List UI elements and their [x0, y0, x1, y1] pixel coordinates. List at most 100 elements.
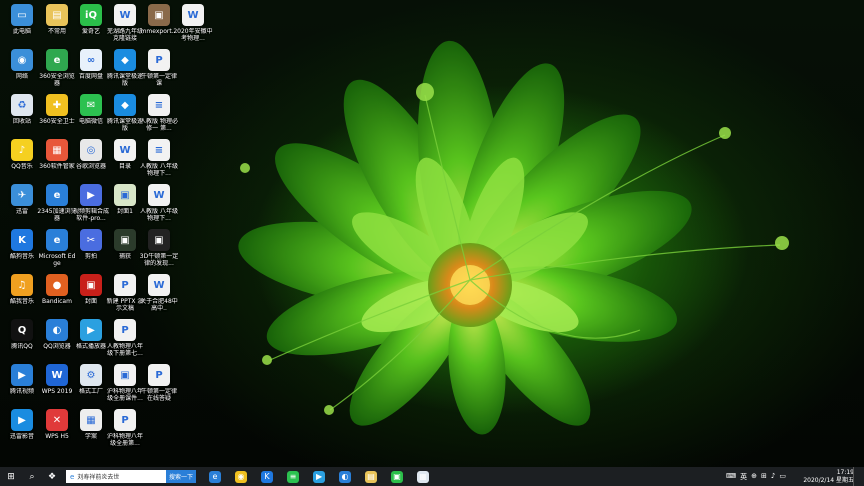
desktop-icon-label: 沪科物理八年级全册第...	[106, 433, 143, 447]
desktop-icon[interactable]: ◉ 网络	[5, 49, 39, 93]
desktop-icon[interactable]: ▣ 封面1	[108, 184, 142, 228]
desktop-icon[interactable]: ▣ 捕获	[108, 229, 142, 273]
desktop-icon[interactable]: W 2020年安徽中考物理...	[173, 4, 213, 48]
taskbar-app-button[interactable]: ▣	[384, 467, 410, 486]
desktop-icon[interactable]: ▭ 此电脑	[5, 4, 39, 48]
desktop-icon[interactable]: W 人教版 八年级物理下...	[140, 184, 178, 228]
desktop-icon-label: 网络	[15, 73, 28, 80]
desktop-icon[interactable]: W 芜湖路九年级 克隆链接	[107, 4, 143, 48]
desktop-icon[interactable]: ▦ 学案	[74, 409, 108, 453]
desktop-icon[interactable]: e 360安全浏览器	[39, 49, 75, 93]
desktop-icon[interactable]: P 人教物理八年级下册第七...	[107, 319, 143, 363]
taskbar-app-button[interactable]: ◉	[228, 467, 254, 486]
taskbar-app-button[interactable]: ▶	[306, 467, 332, 486]
search-submit-button[interactable]: 搜索一下	[166, 470, 197, 483]
desktop-icon[interactable]: W 关于合肥48中高中..	[140, 274, 178, 318]
desktop-icon[interactable]: W 目录	[108, 139, 142, 183]
desktop-icon[interactable]: ≡ 人教版 物理必修一 第...	[140, 94, 178, 138]
desktop-icon[interactable]: ◆ 腾讯课堂极速版	[107, 49, 143, 93]
desktop-icon[interactable]: ✚ 360安全卫士	[39, 94, 75, 138]
word-doc-icon: W	[182, 4, 204, 26]
qq-music-icon: ♪	[11, 139, 33, 161]
format-factory-icon: ⚙	[80, 364, 102, 386]
desktop-icon[interactable]: ∞ 百度网盘	[74, 49, 108, 93]
battery-icon[interactable]: ▭	[779, 472, 786, 482]
windows-icon: ⊞	[7, 471, 15, 482]
ppt-file-icon: P	[114, 409, 136, 431]
desktop-icon[interactable]: ✉ 电脑微信	[74, 94, 108, 138]
network-status-icon[interactable]: ⊕	[751, 472, 757, 482]
desktop-icon[interactable]: e 2345加速浏览器	[37, 184, 77, 228]
xunlei-icon: ✈	[11, 184, 33, 206]
image-file-icon: ▣	[114, 229, 136, 251]
folder-icon: ▤	[46, 4, 68, 26]
desktop-icon[interactable]: ▶ 迅雷影音	[5, 409, 39, 453]
desktop-icon[interactable]: P 新建 PPTX 演示文稿	[107, 274, 143, 318]
taskbar-app-button[interactable]: e	[202, 467, 228, 486]
desktop-icon-label: 迅雷影音	[9, 433, 34, 440]
desktop-icon[interactable]: P 牛顿第一定律 课	[141, 49, 177, 93]
taskbar-app-button[interactable]: ◐	[332, 467, 358, 486]
desktop-icon[interactable]: ✕ WPS H5	[40, 409, 74, 453]
desktop-icon[interactable]: P 牛顿第一定律在线答疑	[140, 364, 177, 408]
qr-image-icon: ▦	[80, 409, 102, 431]
tencent-class-icon: ◆	[114, 49, 136, 71]
desktop-icon[interactable]: K 酷狗音乐	[5, 229, 39, 273]
qq-browser-icon: ◐	[339, 470, 352, 483]
taskbar: ⊞ ⌕ ❖ e 刘寿祥前炎去世 搜索一下 e ◉ K ≡ ▶ ◐ ▤ ▣ ▦ ⌨ 英 ⊕ ⊞ ♪ ▭	[0, 467, 864, 486]
desktop-icon[interactable]: ≡ 人教版 八年级物理下...	[140, 139, 178, 183]
desktop-icon-label: 牛顿第一定律在线答疑	[140, 388, 177, 402]
taskbar-app-button[interactable]: ≡	[280, 467, 306, 486]
desktop-icon[interactable]: W WPS 2019	[40, 364, 74, 408]
browser-e-icon: e	[70, 472, 75, 481]
desktop-icon-label: 此电脑	[12, 28, 31, 35]
tencent-class-icon: ◆	[114, 94, 136, 116]
desktop-icon[interactable]: ♪ QQ音乐	[5, 139, 39, 183]
taskbar-app-button[interactable]: K	[254, 467, 280, 486]
desktop-icon[interactable]: iQ 爱奇艺	[74, 4, 108, 48]
desktop-icon-label: QQ音乐	[11, 163, 33, 170]
desktop-icon[interactable]: ▶ 格式播放器	[74, 319, 108, 363]
desktop-icon[interactable]: P 沪科物理八年级全册第...	[106, 409, 143, 453]
word-doc-icon: W	[148, 184, 170, 206]
task-view-button[interactable]: ❖	[42, 467, 62, 486]
desktop-icon[interactable]: ▣ mmexport...	[141, 4, 177, 48]
desktop-icon[interactable]: ▶ 腾讯视频	[5, 364, 39, 408]
baidu-netdisk-icon: ∞	[80, 49, 102, 71]
desktop-icon[interactable]: ◆ 腾讯课堂极速 版	[107, 94, 143, 138]
ime-english-icon[interactable]: 英	[740, 472, 747, 482]
keyboard-icon[interactable]: ⌨	[726, 472, 736, 482]
desktop-icon[interactable]: ◎ 谷歌浏览器	[74, 139, 108, 183]
media-player-icon: ▶	[80, 319, 102, 341]
desktop-icon[interactable]: Q 腾讯QQ	[5, 319, 39, 363]
taskbar-search-box[interactable]: e 刘寿祥前炎去世	[66, 470, 166, 483]
desktop-icon[interactable]: ▶ 视频剪辑合成软件-pro...	[73, 184, 109, 228]
desktop-icon[interactable]: ▣ 封面	[74, 274, 108, 318]
desktop-icon[interactable]: ▤ 不常用	[40, 4, 74, 48]
desktop-icon[interactable]: ● Bandicam	[40, 274, 74, 318]
desktop-icon-label: 迅雷	[15, 208, 28, 215]
desktop-icon[interactable]: ◐ QQ浏览器	[40, 319, 74, 363]
search-button[interactable]: ⌕	[22, 467, 42, 486]
desktop-icon[interactable]: ✈ 迅雷	[5, 184, 39, 228]
desktop-icon[interactable]: e Microsoft Edge	[39, 229, 75, 273]
start-button[interactable]: ⊞	[0, 467, 22, 486]
desktop-icon[interactable]: ♻ 回收站	[5, 94, 39, 138]
clock-date: 2020/2/14 星期五	[803, 476, 854, 484]
desktop-icon[interactable]: ♫ 酷我音乐	[5, 274, 39, 318]
taskbar-app-button[interactable]: ▦	[410, 467, 436, 486]
desktop-icon[interactable]: ⚙ 格式工厂	[74, 364, 108, 408]
taskbar-app-button[interactable]: ▤	[358, 467, 384, 486]
desktop-icon[interactable]: ▣ 3D牛顿第一定律的发现...	[140, 229, 178, 273]
show-desktop-button[interactable]	[853, 467, 864, 486]
desktop-icon[interactable]: ✂ 剪拍	[74, 229, 108, 273]
desktop-icon[interactable]: ▣ 沪科物理八年级全册课件...	[107, 364, 143, 408]
grid-icon[interactable]: ⊞	[761, 472, 767, 482]
clock[interactable]: 17:19 2020/2/14 星期五	[803, 467, 854, 486]
computer-icon: ▭	[11, 4, 33, 26]
volume-icon[interactable]: ♪	[771, 472, 775, 482]
search-icon: ⌕	[29, 471, 35, 482]
desktop[interactable]: ▭ 此电脑 ▤ 不常用 iQ 爱奇艺 W 芜湖路九年级 克隆链接 ▣ mmexport... W 20…	[0, 0, 864, 467]
desktop-icon[interactable]: ▦ 360软件管家	[39, 139, 75, 183]
kuwo-icon: ♫	[11, 274, 33, 296]
